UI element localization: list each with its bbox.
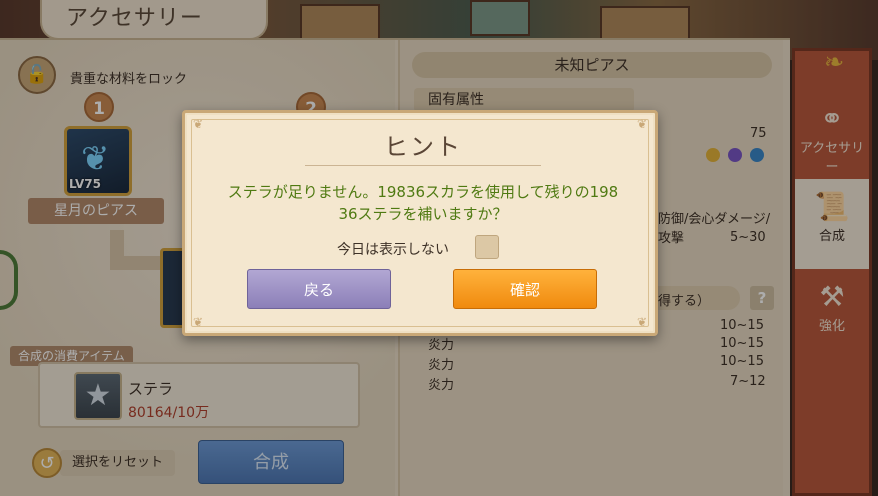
hint-dialog: ❦ ❦ ❦ ❦ ヒント ステラが足りません。19836スカラを使用して残りの19… — [182, 110, 658, 336]
back-button[interactable]: 戻る — [247, 269, 391, 309]
dialog-divider — [305, 165, 541, 166]
dialog-title: ヒント — [384, 133, 462, 161]
confirm-button[interactable]: 確認 — [453, 269, 597, 309]
corner-ornament: ❦ — [193, 315, 204, 329]
hide-today-label: 今日は表示しない — [337, 242, 449, 258]
hide-today-checkbox[interactable] — [475, 235, 499, 259]
dialog-message: ステラが足りません。19836スカラを使用して残りの198 36ステラを補います… — [205, 181, 641, 225]
dialog-message-line1: ステラが足りません。19836スカラを使用して残りの198 — [227, 183, 619, 201]
corner-ornament: ❦ — [636, 315, 647, 329]
dialog-message-line2: 36ステラを補いますか？ — [338, 205, 508, 223]
